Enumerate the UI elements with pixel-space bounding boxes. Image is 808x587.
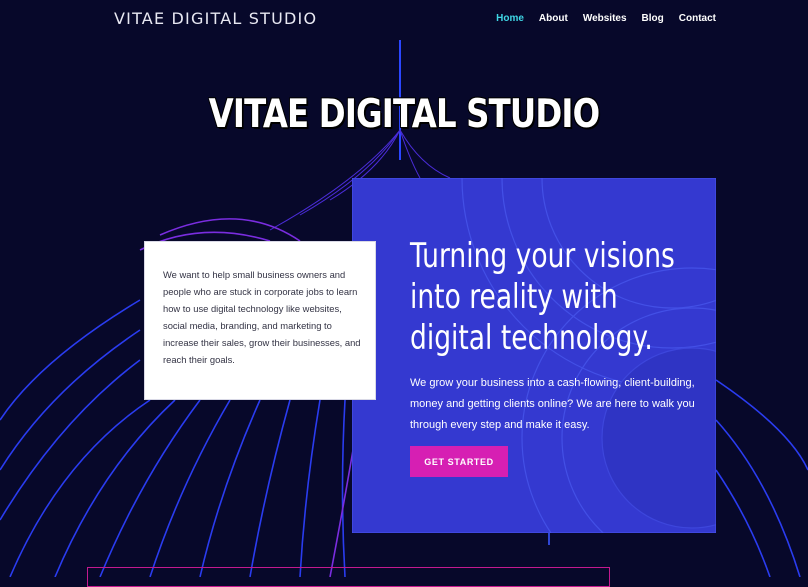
nav-item-blog[interactable]: Blog <box>642 13 664 24</box>
nav-item-home[interactable]: Home <box>496 13 524 24</box>
site-logo[interactable]: VITAE DIGITAL STUDIO <box>114 9 317 28</box>
bottom-outlined-section <box>87 567 610 587</box>
get-started-button[interactable]: GET STARTED <box>410 446 508 477</box>
nav-item-contact[interactable]: Contact <box>679 13 716 24</box>
intro-text: We want to help small business owners an… <box>163 269 361 365</box>
nav-item-about[interactable]: About <box>539 13 568 24</box>
intro-card: We want to help small business owners an… <box>144 241 376 400</box>
feature-heading-line: into reality with <box>410 277 618 317</box>
hero-title: VITAE DIGITAL STUDIO <box>208 92 600 137</box>
top-navigation-bar: VITAE DIGITAL STUDIO Home About Websites… <box>0 0 808 38</box>
feature-card: Turning your visions into reality with d… <box>352 178 716 533</box>
feature-heading-line: digital technology. <box>410 318 653 358</box>
main-nav: Home About Websites Blog Contact <box>496 13 716 24</box>
feature-heading-line: Turning your visions <box>410 236 675 276</box>
nav-item-websites[interactable]: Websites <box>583 13 627 24</box>
feature-body-text: We grow your business into a cash-flowin… <box>410 377 695 431</box>
feature-heading: Turning your visions into reality with d… <box>410 236 706 359</box>
